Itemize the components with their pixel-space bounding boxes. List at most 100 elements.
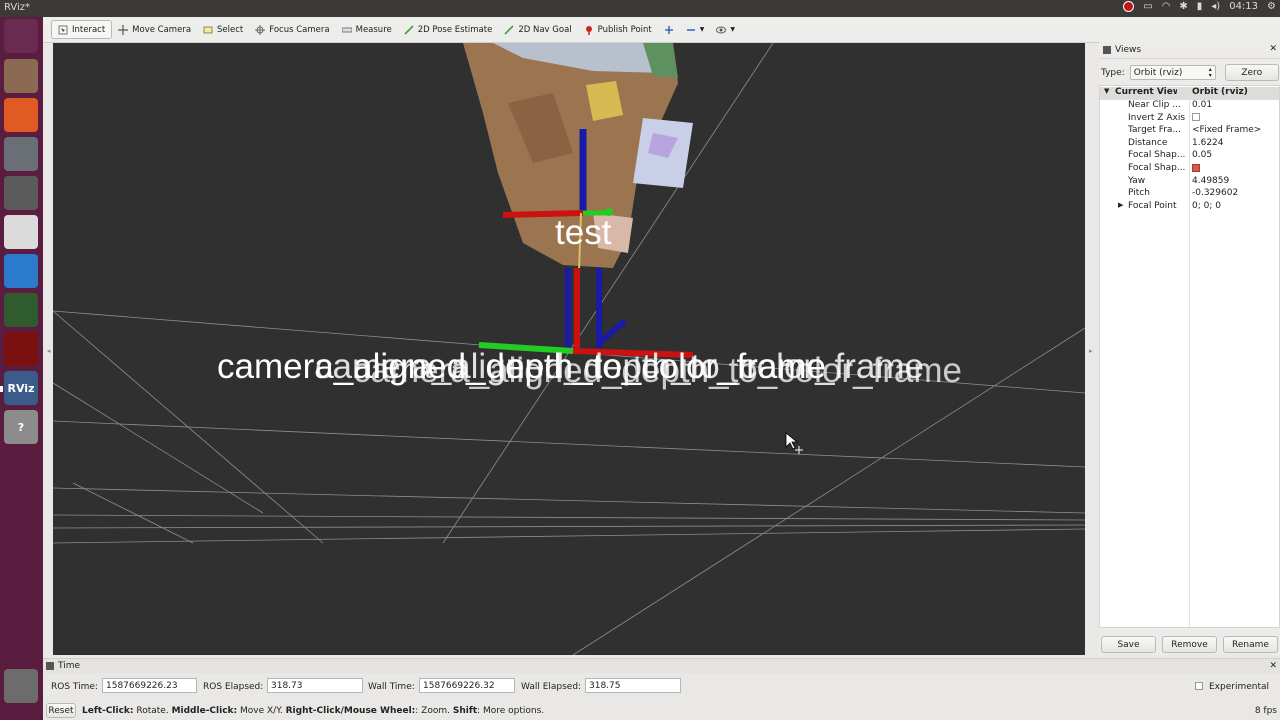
tool-select[interactable]: Select [197, 20, 249, 39]
green-arrow-icon [404, 24, 414, 35]
experimental-checkbox[interactable] [1195, 682, 1203, 690]
spinner-icon: ▴ ▾ [1208, 66, 1212, 79]
tool-label: Publish Point [597, 24, 652, 35]
property-key: Focal Shap... [1128, 163, 1186, 173]
hint-left-click: Left-Click: [82, 705, 134, 716]
focal-shape-checkbox[interactable] [1192, 163, 1200, 173]
3d-render-viewport[interactable]: test camera_aligned_depth_to_color_frame… [53, 43, 1085, 655]
property-key: Target Fra... [1128, 125, 1182, 136]
property-key: Near Clip ... [1128, 100, 1181, 110]
expand-arrow-icon[interactable]: ▶ [1118, 201, 1123, 209]
files-icon[interactable] [4, 59, 38, 93]
system-settings-icon[interactable] [4, 137, 38, 171]
hint-right-click: Right-Click/Mouse Wheel: [285, 705, 416, 716]
view-properties-tree: ▼ Current View Orbit (rviz) Near Clip ..… [1099, 85, 1280, 628]
tool-publish-point[interactable]: Publish Point [578, 20, 658, 39]
property-row-invert-z[interactable]: Invert Z Axis [1100, 113, 1279, 126]
tool-2d-pose-estimate[interactable]: 2D Pose Estimate [398, 20, 499, 39]
property-key: Focal Point [1128, 200, 1177, 211]
type-label: Type: [1101, 67, 1125, 78]
terminal-icon[interactable] [4, 332, 38, 366]
add-tool-button[interactable] [658, 20, 680, 39]
ros-time-label: ROS Time: [51, 682, 98, 692]
zero-button[interactable]: Zero [1224, 64, 1279, 81]
right-dock-splitter[interactable]: ▸ [1089, 347, 1093, 357]
green-arrow-icon [504, 24, 514, 35]
time-panel-header: Time ✕ [43, 658, 1280, 673]
property-row-distance[interactable]: Distance 1.6224 [1100, 138, 1279, 151]
tool-2d-nav-goal[interactable]: 2D Nav Goal [498, 20, 577, 39]
property-row-near-clip[interactable]: Near Clip ... 0.01 [1100, 100, 1279, 113]
current-view-row[interactable]: ▼ Current View Orbit (rviz) [1100, 87, 1279, 100]
power-gear-icon[interactable]: ⚙ [1267, 1, 1276, 12]
tf-frame-label: camera_aligned_depth_to_color_frame [353, 351, 963, 390]
camera-type-button[interactable]: ▼ [710, 20, 741, 39]
reset-button[interactable]: Reset [46, 703, 76, 718]
eye-icon [716, 25, 727, 35]
recording-indicator-icon[interactable] [1123, 1, 1135, 12]
tool-label: Measure [355, 24, 392, 35]
tool-label: 2D Nav Goal [518, 24, 572, 35]
volume-icon[interactable]: ◂) [1211, 1, 1220, 12]
property-value[interactable]: 4.49859 [1192, 176, 1229, 186]
chrome-icon[interactable] [4, 215, 38, 249]
save-view-button[interactable]: Save [1101, 636, 1156, 653]
views-panel-header: Views [1099, 42, 1280, 59]
clock[interactable]: 04:13 [1229, 1, 1258, 12]
rviz-icon[interactable]: RViz [4, 371, 38, 405]
view-type-select[interactable]: Orbit (rviz) ▴ ▾ [1129, 65, 1216, 80]
vscode-icon[interactable] [4, 254, 38, 288]
tool-label: Select [217, 24, 244, 35]
property-value[interactable]: 1.6224 [1192, 138, 1224, 148]
tool-label: Focus Camera [269, 24, 330, 35]
property-value[interactable]: 0.05 [1192, 150, 1212, 160]
tool-interact[interactable]: Interact [51, 20, 113, 39]
property-row-focal-shape-fixed[interactable]: Focal Shap... [1100, 163, 1279, 176]
property-row-focal-point[interactable]: ▶ Focal Point 0; 0; 0 [1100, 201, 1279, 214]
rename-view-button[interactable]: Rename [1223, 636, 1278, 653]
invert-z-checkbox[interactable] [1192, 113, 1200, 123]
ros-elapsed-field[interactable]: 318.73 [267, 678, 363, 693]
screenshot-icon[interactable] [4, 176, 38, 210]
wifi-icon[interactable]: ◠ [1162, 1, 1171, 12]
bluetooth-icon[interactable]: ✱ [1179, 1, 1187, 12]
property-row-target-frame[interactable]: Target Fra... <Fixed Frame> [1100, 125, 1279, 138]
interact-icon [58, 25, 68, 35]
tool-measure[interactable]: Measure [336, 20, 398, 39]
property-row-pitch[interactable]: Pitch -0.329602 [1100, 188, 1279, 201]
property-row-yaw[interactable]: Yaw 4.49859 [1100, 176, 1279, 189]
ros-time-field[interactable]: 1587669226.23 [102, 678, 197, 693]
remove-tool-button[interactable]: ▼ [680, 20, 711, 39]
views-title: Views [1115, 45, 1142, 55]
expand-arrow-icon[interactable]: ▼ [1104, 87, 1109, 95]
time-title: Time [58, 661, 81, 671]
keyboard-icon[interactable]: ▭ [1143, 1, 1152, 12]
tool-move-camera[interactable]: Move Camera [112, 20, 197, 39]
left-dock-splitter[interactable]: ◂ [47, 347, 51, 357]
property-value[interactable]: 0; 0; 0 [1192, 201, 1221, 211]
software-center-icon[interactable] [4, 98, 38, 132]
help-icon[interactable]: ? [4, 410, 38, 444]
wall-elapsed-field[interactable]: 318.75 [585, 678, 681, 693]
property-value[interactable]: <Fixed Frame> [1192, 125, 1261, 135]
battery-icon[interactable]: ▮ [1197, 1, 1203, 12]
close-icon[interactable]: ✕ [1269, 661, 1277, 671]
wall-time-field[interactable]: 1587669226.32 [419, 678, 515, 693]
globe-icon[interactable] [4, 293, 38, 327]
remove-view-button[interactable]: Remove [1162, 636, 1217, 653]
fps-readout: 8 fps [1254, 705, 1277, 716]
views-icon [1103, 46, 1111, 54]
property-row-focal-shape-size[interactable]: Focal Shap... 0.05 [1100, 150, 1279, 163]
ubuntu-dash-icon[interactable] [4, 19, 38, 53]
tool-label: Move Camera [132, 24, 192, 35]
trash-icon[interactable] [4, 669, 38, 703]
property-value[interactable]: -0.329602 [1192, 188, 1238, 198]
experimental-label: Experimental [1209, 682, 1270, 692]
mouse-cursor-icon [785, 432, 803, 454]
close-icon[interactable]: ✕ [1269, 44, 1277, 54]
ros-elapsed-label: ROS Elapsed: [203, 682, 264, 692]
chevron-down-icon: ▼ [730, 26, 735, 33]
launcher: RViz? [0, 17, 43, 720]
tool-focus-camera[interactable]: Focus Camera [249, 20, 335, 39]
property-value[interactable]: 0.01 [1192, 100, 1212, 110]
